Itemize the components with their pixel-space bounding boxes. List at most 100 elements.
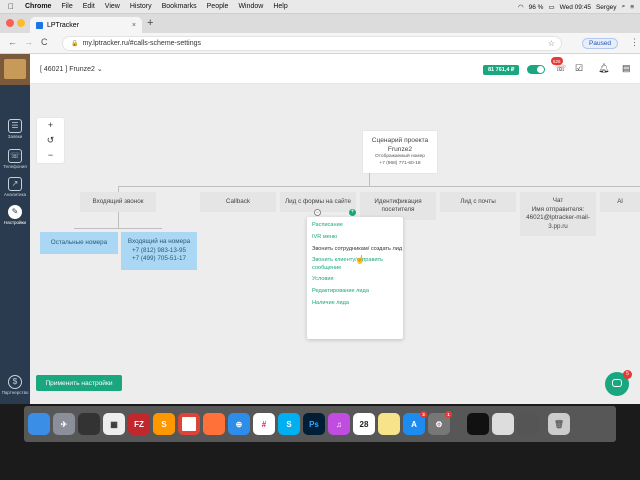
menu-bookmarks[interactable]: Bookmarks [157,3,202,10]
tab-title: LPTracker [47,21,80,29]
back-icon[interactable]: ← [8,37,17,47]
chrome-menu-icon[interactable]: ⋮ [630,37,639,48]
phone-number: +7 (499) 705-51-17 [131,255,187,263]
preferences-badge: 1 [445,411,452,418]
branch-chat[interactable]: Чат Имя отправителя: 46021@lptracker-mai… [520,192,596,236]
new-tab-button[interactable]: + [147,17,153,29]
filezilla-icon[interactable]: FZ [128,413,150,435]
phone-number: +7 (812) 983-13-95 [131,246,187,254]
option-ivr-menu[interactable]: IVR меню [312,234,403,241]
project-logo[interactable] [0,54,30,85]
bookmark-star-icon[interactable]: ☆ [548,39,555,48]
logo-image [4,59,26,79]
branch-email-lead[interactable]: Лид с почты [440,192,516,212]
clock[interactable]: Wed 09:45 [560,4,591,11]
apple-icon[interactable]:  [0,2,20,11]
menu-people[interactable]: People [202,3,234,10]
battery-icon[interactable]: ▭ [548,3,554,11]
menu-history[interactable]: History [125,3,157,10]
sidebar-item-telephony[interactable]: ☏ Телефония [0,146,30,176]
zoom-in-button[interactable]: + [37,118,64,133]
reload-icon[interactable]: C [41,37,48,47]
zoom-out-button[interactable]: − [37,148,64,163]
battery-percent[interactable]: 96 % [529,4,544,11]
sidebar-item-partner[interactable]: $ Партнерство [0,372,30,402]
wifi-icon[interactable]: ◠ [518,3,524,11]
profile-paused-button[interactable]: Paused [582,38,619,49]
option-call-employees[interactable]: Звонить сотрудникам/ создать лид [312,246,403,253]
browser-tab[interactable]: LPTracker × [30,17,142,33]
scenario-root-node[interactable]: Сценарий проекта Frunze2 Отображаемый но… [363,131,437,173]
notification-count-badge: 526 [551,57,563,65]
user-name[interactable]: Sergey [596,4,617,11]
skype-icon[interactable]: S [278,413,300,435]
add-step-dropdown: Расписание IVR меню Звонить сотрудникам/… [307,217,403,339]
menu-view[interactable]: View [100,3,125,10]
sidebar-item-label: Партнерство [1,390,29,395]
sidebar-item-leads[interactable]: ☰ Заявки [0,116,30,146]
desktop-bottom: ✈ ▦ FZ S ⊕ # S Ps ♫ 28 A3 ⚙ 1 🗑︎ [0,404,640,480]
vectorworks-icon[interactable]: ▦ [103,413,125,435]
slack-icon[interactable]: # [253,413,275,435]
node-label: Остальные номера [50,238,108,246]
collapse-branch-icon[interactable]: − [314,209,321,216]
bell-icon[interactable]: 🔔︎ [598,63,609,74]
branch-incoming-call[interactable]: Входящий звонок [80,192,156,212]
photoshop-icon[interactable]: Ps [303,413,325,435]
balance-badge[interactable]: 81 761,4 ₽ [483,65,520,75]
notification-center-icon[interactable]: ≡ [630,4,634,11]
option-lead-exists[interactable]: Наличие лида [312,300,403,307]
chat-icon [612,379,622,387]
preferences-icon[interactable]: ⚙ 1 [428,411,452,435]
audio-icon[interactable]: ♫ [328,413,350,435]
add-step-icon[interactable]: + [349,209,356,216]
branch-callback[interactable]: Callback [200,192,276,212]
menu-window[interactable]: Window [233,3,268,10]
trash-icon[interactable]: 🗑︎ [548,413,570,435]
close-tab-icon[interactable]: × [132,22,136,29]
calendar-icon[interactable]: 28 [353,413,375,435]
terminal-icon[interactable] [467,413,489,435]
status-toggle[interactable] [527,65,545,74]
document-icon[interactable]: ▤ [622,63,631,74]
branch-visitor-identification[interactable]: Идентификация посетителя [360,192,436,220]
apply-settings-button[interactable]: Применить настройки [36,375,122,391]
connector-line [118,186,640,187]
option-edit-lead[interactable]: Редактирование лида [312,288,403,295]
minimize-window-icon[interactable] [17,19,25,27]
sublime-icon[interactable]: S [153,413,175,435]
finder-icon[interactable] [28,413,50,435]
app-store-icon[interactable]: A3 [403,411,427,435]
project-select[interactable]: [ 46021 ] Frunze2 ⌄ [40,65,103,73]
window-icon[interactable] [517,413,539,435]
scheme-canvas[interactable]: + ↺ − Сценарий проекта Frunze2 Отображае… [30,84,640,404]
zoom-reset-button[interactable]: ↺ [37,133,64,148]
chrome-icon[interactable] [178,413,200,435]
node-other-numbers[interactable]: Остальные номера [40,232,118,254]
forward-icon[interactable]: → [24,37,33,47]
sidebar-item-label: Аналитика [3,192,27,197]
mac-dock: ✈ ▦ FZ S ⊕ # S Ps ♫ 28 A3 ⚙ 1 🗑︎ [24,406,616,442]
menu-edit[interactable]: Edit [78,3,100,10]
branch-more[interactable]: Al [600,192,640,212]
sidebar-item-label: Настройки [3,220,27,225]
spotlight-icon[interactable]: ⌕ [622,3,626,11]
safari-icon[interactable]: ⊕ [228,413,250,435]
option-conditions[interactable]: Условия [312,276,403,283]
screen-icon[interactable] [492,413,514,435]
firefox-icon[interactable] [203,413,225,435]
menu-help[interactable]: Help [268,3,292,10]
monitor-icon[interactable] [78,413,100,435]
launchpad-icon[interactable]: ✈ [53,413,75,435]
option-schedule[interactable]: Расписание [312,222,403,229]
url-field[interactable]: 🔒 my.lptracker.ru/#calls-scheme-settings… [62,36,562,51]
node-incoming-to-numbers[interactable]: Входящий на номера +7 (812) 983-13-95 +7… [121,232,197,270]
sidebar-item-analytics[interactable]: ↗ Аналитика [0,174,30,204]
sidebar-item-settings[interactable]: ✎ Настройки [0,202,30,232]
menu-app-name[interactable]: Chrome [20,3,56,10]
tasks-check-icon[interactable]: ☑ [575,63,583,74]
notes-icon[interactable] [378,413,400,435]
calendar-day: 28 [359,419,369,429]
menu-file[interactable]: File [56,3,77,10]
close-window-icon[interactable] [6,19,14,27]
